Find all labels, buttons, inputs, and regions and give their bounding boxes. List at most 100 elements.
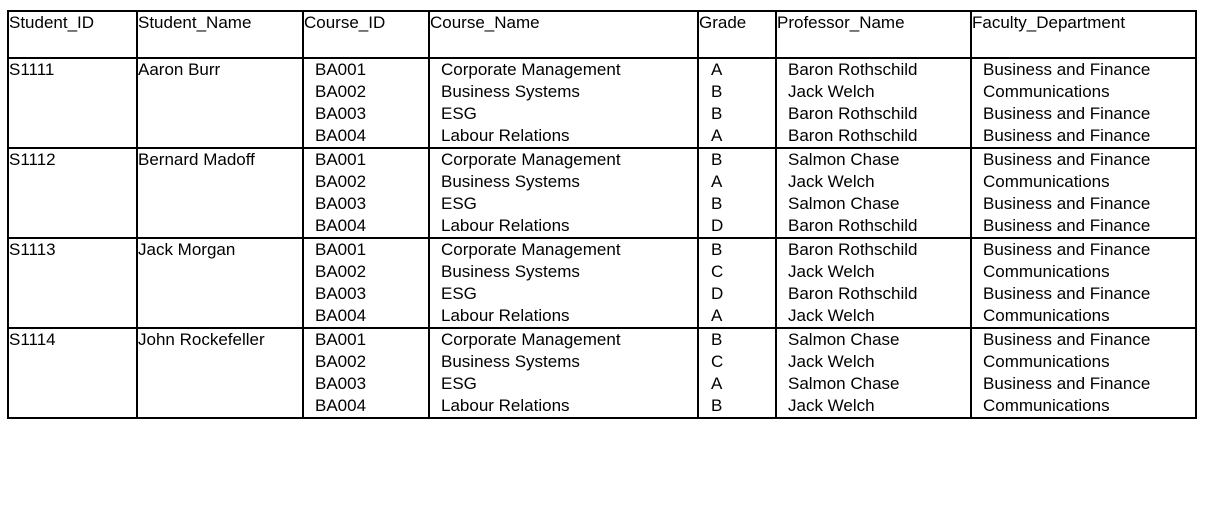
cell-line: Baron Rothschild (788, 284, 918, 303)
cell-line: D (711, 284, 724, 303)
cell-text: S1112 (9, 150, 56, 169)
cell-line: A (711, 60, 723, 79)
table-cell-professor-name: Salmon Chase Jack Welch Salmon Chase Jack W… (775, 327, 972, 419)
column-header-label: Course_Name (430, 13, 540, 32)
cell-line: Business and Finance (983, 330, 1151, 349)
cell-line: Jack Welch (788, 82, 875, 101)
cell-line: A (711, 306, 723, 325)
table-cell-student-name: John Rockefeller (136, 327, 304, 419)
cell-text: Jack Morgan (138, 240, 236, 259)
cell-line: Baron Rothschild (788, 216, 918, 235)
cell-line: Business and Finance (983, 284, 1151, 303)
cell-line: BA004 (315, 126, 367, 145)
table-row: S1113 Jack Morgan BA001 BA002 BA003 BA004 Corp… (7, 237, 1197, 329)
cell-line: ESG (441, 284, 477, 303)
cell-line: Business and Finance (983, 374, 1151, 393)
cell-line: Jack Welch (788, 262, 875, 281)
cell-line: BA002 (315, 172, 367, 191)
cell-line: Salmon Chase (788, 194, 900, 213)
cell-text: Bernard Madoff (138, 150, 255, 169)
cell-line: BA004 (315, 396, 367, 415)
cell-line: BA002 (315, 352, 367, 371)
cell-line: Communications (983, 172, 1110, 191)
column-header-label: Student_ID (9, 13, 95, 32)
cell-line: D (711, 216, 724, 235)
table-cell-course-name: Corporate Management Business Systems ESG L… (428, 57, 699, 149)
table-cell-faculty-department: Business and Finance Communications Busine… (970, 147, 1197, 239)
table-row: S1112 Bernard Madoff BA001 BA002 BA003 BA004 C… (7, 147, 1197, 239)
cell-line: Communications (983, 306, 1110, 325)
cell-line: Business and Finance (983, 150, 1151, 169)
cell-line: A (711, 374, 723, 393)
cell-line: Business Systems (441, 352, 580, 371)
cell-line: ESG (441, 104, 477, 123)
cell-line: Labour Relations (441, 396, 570, 415)
column-header-grade: Grade (697, 10, 777, 59)
table-cell-student-id: S1112 (7, 147, 138, 239)
table-cell-course-name: Corporate Management Business Systems ESG L… (428, 327, 699, 419)
cell-line: Business and Finance (983, 126, 1151, 145)
cell-line: B (711, 150, 723, 169)
cell-line: Business Systems (441, 172, 580, 191)
cell-text: S1114 (9, 330, 56, 349)
column-header-student-id: Student_ID (7, 10, 138, 59)
cell-text: S1111 (9, 60, 55, 79)
cell-line: B (711, 104, 723, 123)
cell-line: Business and Finance (983, 216, 1151, 235)
table-cell-grade: ABBA (697, 57, 777, 149)
cell-line: BA001 (315, 240, 367, 259)
table-body: S1111 Aaron Burr BA001 BA002 BA003 BA004 Corpo… (7, 57, 1197, 419)
table-cell-professor-name: Baron Rothschild Jack Welch Baron Rothschi… (775, 237, 972, 329)
cell-line: Baron Rothschild (788, 104, 918, 123)
column-header-label: Faculty_Department (972, 13, 1126, 32)
cell-line: ESG (441, 194, 477, 213)
column-header-label: Student_Name (138, 13, 252, 32)
column-header-label: Grade (699, 13, 747, 32)
column-header-label: Course_ID (304, 13, 386, 32)
cell-line: Business and Finance (983, 194, 1151, 213)
cell-line: Salmon Chase (788, 374, 900, 393)
cell-line: Business and Finance (983, 104, 1151, 123)
cell-line: Corporate Management (441, 150, 621, 169)
table-header: Student_ID Student_Name Course_ID Course… (7, 10, 1197, 59)
table-cell-grade: BABD (697, 147, 777, 239)
cell-line: B (711, 194, 723, 213)
table-cell-grade: BCAB (697, 327, 777, 419)
cell-line: Communications (983, 262, 1110, 281)
table-cell-professor-name: Salmon Chase Jack Welch Salmon Chase Baron … (775, 147, 972, 239)
column-header-student-name: Student_Name (136, 10, 304, 59)
cell-line: BA004 (315, 216, 367, 235)
cell-text: Aaron Burr (138, 60, 221, 79)
table-cell-course-id: BA001 BA002 BA003 BA004 (302, 327, 430, 419)
column-header-course-id: Course_ID (302, 10, 430, 59)
cell-line: C (711, 262, 724, 281)
cell-line: Communications (983, 82, 1110, 101)
table-cell-student-name: Aaron Burr (136, 57, 304, 149)
table-cell-student-id: S1114 (7, 327, 138, 419)
cell-line: Labour Relations (441, 306, 570, 325)
table-cell-faculty-department: Business and Finance Communications Busine… (970, 237, 1197, 329)
cell-line: A (711, 126, 723, 145)
column-header-professor-name: Professor_Name (775, 10, 972, 59)
column-header-label: Professor_Name (777, 13, 905, 32)
table-cell-faculty-department: Business and Finance Communications Busine… (970, 57, 1197, 149)
cell-line: Baron Rothschild (788, 240, 918, 259)
cell-line: BA003 (315, 374, 367, 393)
cell-line: Baron Rothschild (788, 60, 918, 79)
cell-line: Baron Rothschild (788, 126, 918, 145)
cell-line: BA003 (315, 194, 367, 213)
cell-line: BA001 (315, 60, 367, 79)
table-cell-course-id: BA001 BA002 BA003 BA004 (302, 147, 430, 239)
cell-line: B (711, 396, 723, 415)
cell-line: BA001 (315, 330, 367, 349)
cell-line: Jack Welch (788, 172, 875, 191)
cell-line: Corporate Management (441, 330, 621, 349)
cell-line: Labour Relations (441, 216, 570, 235)
cell-line: Labour Relations (441, 126, 570, 145)
cell-text: S1113 (9, 240, 56, 259)
cell-line: Business and Finance (983, 60, 1151, 79)
cell-line: BA003 (315, 104, 367, 123)
cell-line: Business Systems (441, 262, 580, 281)
cell-line: B (711, 330, 723, 349)
cell-line: B (711, 82, 723, 101)
